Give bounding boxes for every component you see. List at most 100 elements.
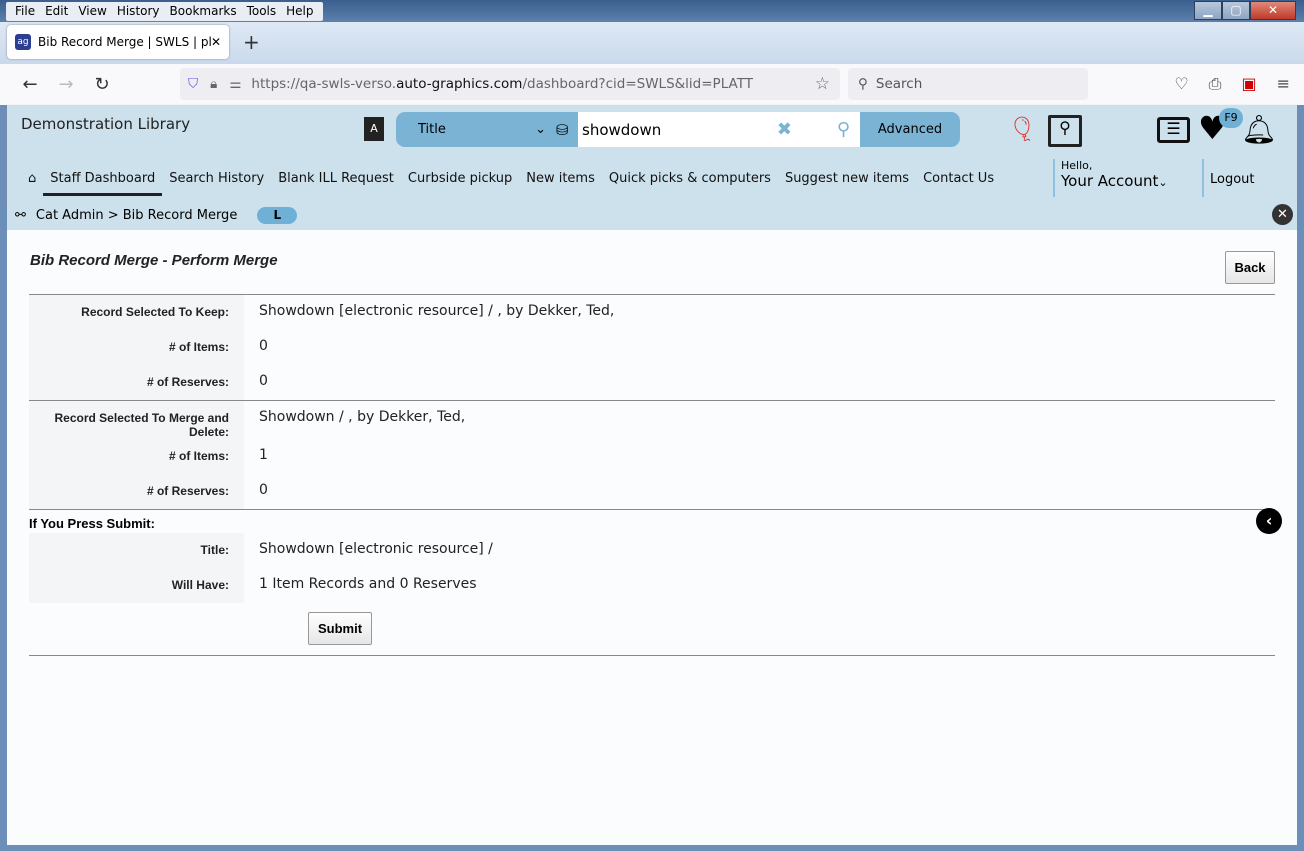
close-icon[interactable]: ✕ [1272, 204, 1293, 225]
logout-link[interactable]: Logout [1202, 159, 1255, 197]
breadcrumb: ⚯ Cat Admin > Bib Record Merge L ✕ [7, 200, 1297, 230]
nav-item[interactable]: Suggest new items [778, 171, 916, 196]
breadcrumb-path[interactable]: Cat Admin > Bib Record Merge [36, 208, 237, 223]
tab-strip: ag Bib Record Merge | SWLS | platt ✕ + [0, 22, 1304, 64]
hot-air-balloon-icon[interactable]: 🎈︎ [1007, 115, 1037, 143]
back-button[interactable]: Back [1225, 251, 1275, 284]
chevron-left-icon[interactable]: ‹ [1256, 508, 1282, 534]
tab-title: Bib Record Merge | SWLS | platt [38, 35, 211, 49]
field-row: Record Selected To Keep: Showdown [electr… [29, 295, 1275, 330]
account-label: Your Account [1061, 172, 1159, 190]
forward-arrow-icon[interactable]: → [48, 74, 84, 95]
search-input[interactable]: showdown ✖ ⚲ [578, 112, 860, 147]
window-titlebar: File Edit View History Bookmarks Tools Help ▁ … [0, 0, 1304, 22]
nav-item[interactable]: Curbside pickup [401, 171, 519, 196]
nav-item[interactable]: New items [519, 171, 602, 196]
field-value: 1 [259, 447, 268, 463]
browser-search-input[interactable]: ⚲ Search [848, 68, 1088, 100]
page: Demonstration Library A Title ⌄ ⛁ showdow… [7, 105, 1297, 845]
menu-edit[interactable]: Edit [40, 2, 73, 21]
submit-button[interactable]: Submit [308, 612, 372, 645]
nav-item[interactable]: Staff Dashboard [43, 171, 163, 196]
menu-file[interactable]: File [10, 2, 40, 21]
back-arrow-icon[interactable]: ← [12, 74, 48, 95]
nav-item[interactable]: Blank ILL Request [271, 171, 401, 196]
url-prefix: https://qa-swls-verso. [251, 76, 397, 92]
hello-label: Hello, [1061, 159, 1093, 172]
reload-icon[interactable]: ↻ [84, 74, 120, 95]
field-value: 1 Item Records and 0 Reserves [259, 576, 477, 592]
field-label: Record Selected To Keep: [29, 295, 244, 330]
field-value: Showdown [electronic resource] / , by De… [259, 303, 615, 319]
field-row: Will Have: 1 Item Records and 0 Reserves [29, 568, 1275, 603]
browser-search-placeholder: Search [875, 76, 923, 92]
merge-record-section: Record Selected To Merge and Delete: Show… [29, 401, 1275, 509]
hamburger-menu-icon[interactable]: ≡ [1277, 74, 1290, 94]
list-icon[interactable]: ☰ [1157, 117, 1190, 143]
search-icon[interactable]: ⚲ [837, 119, 850, 140]
field-value: Showdown / , by Dekker, Ted, [259, 409, 466, 425]
extension-icon[interactable]: ▣ [1241, 74, 1256, 94]
url-suffix: /dashboard?cid=SWLS&lid=PLATT [522, 76, 753, 92]
pocket-icon[interactable]: ♡ [1174, 74, 1188, 94]
field-label: Will Have: [29, 568, 244, 603]
browser-tab[interactable]: ag Bib Record Merge | SWLS | platt ✕ [7, 25, 229, 59]
clear-search-icon[interactable]: ✖ [777, 119, 792, 140]
search-type-value: Title [418, 122, 446, 137]
field-label: # of Reserves: [29, 474, 244, 509]
submit-heading: If You Press Submit: [29, 516, 155, 531]
advanced-search-button[interactable]: Advanced [860, 122, 960, 137]
menu-help[interactable]: Help [281, 2, 318, 21]
catalog-search: Title ⌄ ⛁ showdown ✖ ⚲ Advanced [396, 112, 960, 147]
nav-item[interactable]: Quick picks & computers [602, 171, 778, 196]
permissions-icon: ⚌ [229, 76, 242, 92]
maximize-button[interactable]: ▢ [1222, 1, 1250, 20]
url-bar[interactable]: ⛉ 🔒︎ ⚌ https://qa-swls-verso. auto-graphi… [180, 68, 840, 100]
menu-view[interactable]: View [73, 2, 111, 21]
merge-content: Record Selected To Keep: Showdown [electr… [29, 294, 1275, 656]
lock-icon: 🔒︎ [210, 76, 218, 92]
print-icon[interactable]: ⎙ [1209, 74, 1222, 94]
home-icon[interactable]: ⌂ [21, 171, 43, 196]
language-icon[interactable]: A [364, 117, 384, 141]
chevron-down-icon: ⌄ [1158, 176, 1168, 189]
close-tab-icon[interactable]: ✕ [211, 35, 221, 49]
result-section: Title: Showdown [electronic resource] / Wi… [29, 533, 1275, 603]
breadcrumb-pill[interactable]: L [257, 206, 298, 224]
field-label: Record Selected To Merge and Delete: [29, 401, 244, 439]
close-window-button[interactable]: ✕ [1250, 1, 1296, 20]
bell-icon[interactable]: 🔔︎ [1241, 113, 1277, 146]
new-tab-button[interactable]: + [243, 30, 260, 54]
divider [29, 655, 1275, 656]
search-books-icon[interactable]: ⚲ [1048, 115, 1082, 147]
minimize-button[interactable]: ▁ [1194, 1, 1222, 20]
url-domain: auto-graphics.com [396, 76, 523, 92]
account-menu[interactable]: Hello, Your Account⌄ [1053, 159, 1168, 197]
library-name: Demonstration Library [21, 115, 191, 133]
field-row: Title: Showdown [electronic resource] / [29, 533, 1275, 568]
field-label: Title: [29, 533, 244, 568]
browser-menubar: File Edit View History Bookmarks Tools Help [6, 2, 323, 21]
field-value: Showdown [electronic resource] / [259, 541, 493, 557]
favorites-badge: F9 [1219, 108, 1243, 128]
menu-tools[interactable]: Tools [242, 2, 282, 21]
field-row: Record Selected To Merge and Delete: Show… [29, 401, 1275, 439]
bookmark-star-icon[interactable]: ☆ [815, 74, 830, 94]
site-favicon-icon: ag [15, 34, 31, 50]
search-type-select[interactable]: Title ⌄ [396, 122, 556, 137]
keep-record-section: Record Selected To Keep: Showdown [electr… [29, 295, 1275, 400]
field-row: # of Items: 0 [29, 330, 1275, 365]
menu-history[interactable]: History [112, 2, 165, 21]
chevron-down-icon: ⌄ [535, 122, 546, 137]
navigation-bar: ← → ↻ ⛉ 🔒︎ ⚌ https://qa-swls-verso. auto-… [0, 64, 1304, 105]
field-row: # of Reserves: 0 [29, 474, 1275, 509]
field-label: # of Items: [29, 439, 244, 474]
shield-icon: ⛉ [188, 76, 199, 92]
search-icon: ⚲ [858, 76, 868, 92]
nav-item[interactable]: Contact Us [916, 171, 1001, 196]
main-menu: ⌂ Staff Dashboard Search History Blank ILL… [21, 171, 1001, 196]
nav-item[interactable]: Search History [162, 171, 271, 196]
menu-bookmarks[interactable]: Bookmarks [165, 2, 242, 21]
field-value: 0 [259, 373, 268, 389]
field-value: 0 [259, 338, 268, 354]
